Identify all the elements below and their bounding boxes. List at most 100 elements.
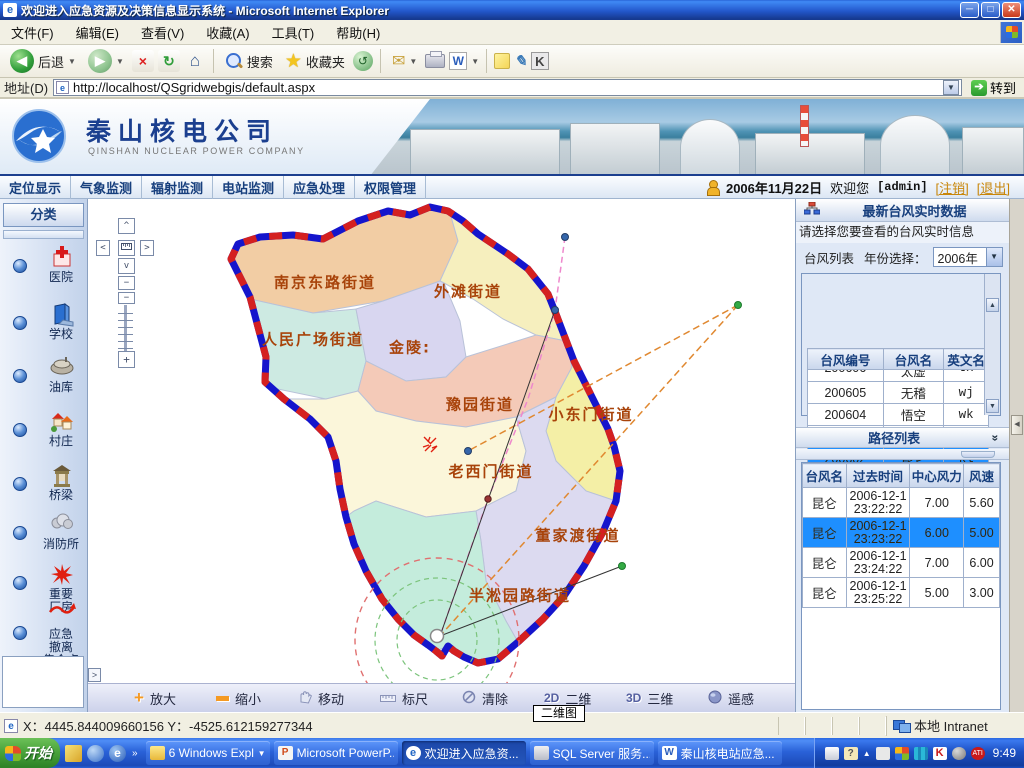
tab-weather-monitor[interactable]: 气象监测 xyxy=(71,175,142,200)
map-ruler-button[interactable]: 标尺 xyxy=(380,689,462,708)
taskbar-button-powerpoint[interactable]: P Microsoft PowerP... xyxy=(274,741,398,765)
refresh-button[interactable]: ↻ xyxy=(158,50,180,72)
word-edit-button[interactable]: W xyxy=(449,52,467,70)
tab-station-monitor[interactable]: 电站监测 xyxy=(213,175,284,200)
taskbar-button-word[interactable]: W 秦山核电站应急... xyxy=(658,741,782,765)
col-header[interactable]: 台风名 xyxy=(883,349,944,370)
disc-tray-icon[interactable] xyxy=(952,747,966,760)
menu-view[interactable]: 查看(V) xyxy=(130,19,195,46)
exit-link[interactable]: [退出] xyxy=(977,178,1010,197)
center-button[interactable] xyxy=(118,240,135,256)
splitter-grip[interactable] xyxy=(961,451,995,458)
tab-emergency-handling[interactable]: 应急处理 xyxy=(284,175,355,200)
menu-tools[interactable]: 工具(T) xyxy=(261,19,326,46)
go-button[interactable]: ➔ 转到 xyxy=(967,79,1020,97)
panel-collapse-handle[interactable]: ◀ xyxy=(1011,415,1023,435)
sidebar-subbar[interactable] xyxy=(3,230,84,239)
menu-help[interactable]: 帮助(H) xyxy=(325,19,391,46)
grid-tray-icon[interactable] xyxy=(914,747,928,760)
table-row[interactable]: 200604悟空wk xyxy=(808,404,989,426)
col-header[interactable]: 台风名 xyxy=(803,464,847,488)
maximize-button[interactable]: □ xyxy=(981,2,1000,18)
tab-radiation-monitor[interactable]: 辐射监测 xyxy=(142,175,213,200)
sidebar-header[interactable]: 分类 xyxy=(3,203,84,227)
menu-file[interactable]: 文件(F) xyxy=(0,19,65,46)
messenger-tray-icon[interactable] xyxy=(895,747,909,760)
collapse-chevron-icon[interactable]: » xyxy=(989,434,1003,441)
pan-up-button[interactable]: ^ xyxy=(118,218,135,234)
year-dropdown-icon[interactable]: ▼ xyxy=(986,248,1002,266)
quicklaunch-ie-icon[interactable]: e xyxy=(109,745,126,762)
district-map[interactable] xyxy=(88,199,795,683)
tray-expand-icon[interactable]: ▲ xyxy=(863,749,871,758)
start-button[interactable]: 开始 xyxy=(0,738,60,768)
print-button[interactable] xyxy=(425,54,445,68)
table-row[interactable]: 200605无稽wj xyxy=(808,382,989,404)
path-list-header[interactable]: 路径列表 » xyxy=(796,427,1009,448)
col-header[interactable]: 中心风力 xyxy=(910,464,964,488)
zoom-out-button[interactable]: − xyxy=(118,276,135,290)
ati-tray-icon[interactable]: ATI xyxy=(971,747,985,760)
map-remote-sensing-button[interactable]: 遥感 xyxy=(708,689,790,708)
col-header[interactable]: 台风编号 xyxy=(808,349,884,370)
scroll-up-icon[interactable]: ▲ xyxy=(986,298,999,312)
table-row-selected[interactable]: 昆仑2006-12-1 23:23:22 6.005.00 xyxy=(803,518,1000,548)
stop-button[interactable]: × xyxy=(132,50,154,72)
clock[interactable]: 9:49 xyxy=(993,746,1016,760)
quicklaunch-overflow-chevron[interactable]: » xyxy=(132,748,138,759)
map-pan-button[interactable]: 移动 xyxy=(298,689,380,708)
quicklaunch-pen-icon[interactable] xyxy=(65,745,82,762)
keyboard-layout-icon[interactable] xyxy=(825,747,839,760)
sql-tray-icon[interactable] xyxy=(876,747,890,760)
tab-position-display[interactable]: 定位显示 xyxy=(0,175,71,200)
table-row[interactable]: 昆仑2006-12-1 23:22:22 7.005.60 xyxy=(803,488,1000,518)
back-button[interactable]: ◀ 后退▼ xyxy=(6,47,80,75)
taskbar-button-sqlserver[interactable]: SQL Server 服务... xyxy=(530,741,654,765)
home-button[interactable]: ⌂ xyxy=(184,50,206,72)
close-button[interactable]: ✕ xyxy=(1002,2,1021,18)
map-viewport[interactable]: 南京东路街道 外滩街道 人民广场街道 金陵: 豫园街道 小东门街道 老西门街道 … xyxy=(88,199,795,712)
scroll-down-icon[interactable]: ▼ xyxy=(986,399,999,413)
year-select[interactable]: 2006年 ▼ xyxy=(933,247,1003,267)
panel-scrollbar[interactable]: ◀ xyxy=(1009,199,1024,712)
typhoon-panel-header[interactable]: 最新台风实时数据 xyxy=(796,199,1009,222)
note-button[interactable] xyxy=(494,53,510,69)
taskbar-button-ie-active[interactable]: e 欢迎进入应急资... xyxy=(402,741,526,765)
pan-down-button[interactable]: v xyxy=(118,258,135,274)
search-button[interactable]: 搜索 xyxy=(221,50,277,73)
address-input[interactable] xyxy=(73,80,943,95)
tab-permission-mgmt[interactable]: 权限管理 xyxy=(355,175,426,200)
minimize-button[interactable]: ─ xyxy=(960,2,979,18)
quicklaunch-desktop-icon[interactable] xyxy=(87,745,104,762)
favorites-button[interactable]: ★ 收藏夹 xyxy=(281,48,349,75)
menu-edit[interactable]: 编辑(E) xyxy=(65,19,130,46)
table-row[interactable]: 昆仑2006-12-1 23:24:22 7.006.00 xyxy=(803,548,1000,578)
col-header[interactable]: 过去时间 xyxy=(846,464,910,488)
map-clear-button[interactable]: 清除 xyxy=(462,689,544,708)
table-row[interactable]: 200606 太虚 tx xyxy=(808,370,989,382)
logout-link[interactable]: [注销] xyxy=(936,178,969,197)
zoom-slider-handle[interactable]: − xyxy=(118,292,135,304)
history-button[interactable]: ↺ xyxy=(353,51,373,71)
table-row[interactable]: 昆仑2006-12-1 23:25:22 5.003.00 xyxy=(803,578,1000,608)
pen-tool-button[interactable]: ✎ xyxy=(514,52,527,70)
antivirus-tray-icon[interactable]: K xyxy=(933,747,947,760)
mail-button[interactable]: ✉▼ xyxy=(388,49,421,73)
panel-splitter[interactable] xyxy=(796,449,1009,460)
zoom-in-button[interactable]: + xyxy=(118,351,135,368)
pan-right-button[interactable]: > xyxy=(140,240,154,256)
menu-favorites[interactable]: 收藏(A) xyxy=(195,19,260,46)
address-dropdown-button[interactable]: ▼ xyxy=(943,80,959,95)
forward-button[interactable]: ▶▼ xyxy=(84,47,128,75)
k-tool-button[interactable]: K xyxy=(531,52,549,70)
pan-left-button[interactable]: < xyxy=(96,240,110,256)
taskbar-button-explorer-group[interactable]: 6 Windows Expl...▼ xyxy=(146,741,270,765)
col-header[interactable]: 风速 xyxy=(964,464,1000,488)
sidebar-expand-button[interactable]: > xyxy=(88,668,101,682)
typhoon-table-scrollbar[interactable]: ▲ ▼ xyxy=(984,274,1000,415)
col-header[interactable]: 英文名 xyxy=(944,349,989,370)
map-zoom-out-button[interactable]: 缩小 xyxy=(216,689,298,708)
map-3d-button[interactable]: 3D 三维 xyxy=(626,689,708,708)
help-tray-icon[interactable]: ? xyxy=(844,747,858,760)
map-zoom-in-button[interactable]: + 放大 xyxy=(134,688,216,708)
